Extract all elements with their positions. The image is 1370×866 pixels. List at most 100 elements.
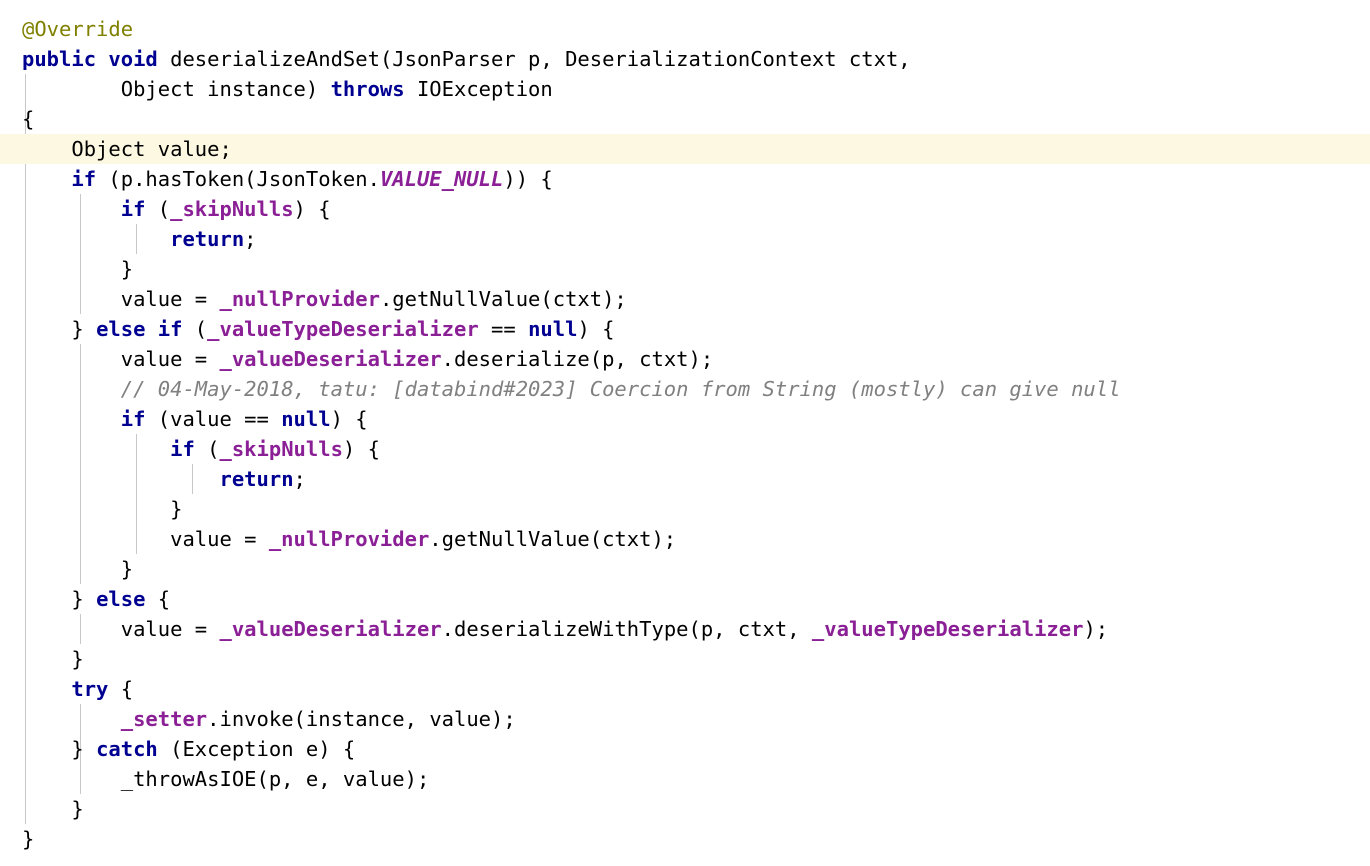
code-token-field: _valueDeserializer — [219, 617, 442, 641]
code-line[interactable]: } else if (_valueTypeDeserializer == nul… — [0, 314, 1370, 344]
code-token-plain: (value == — [145, 407, 282, 431]
code-line[interactable]: Object value; — [0, 134, 1370, 164]
code-line[interactable]: value = _valueDeserializer.deserialize(p… — [0, 344, 1370, 374]
code-token-plain: ) { — [293, 197, 331, 221]
code-token-field: _valueDeserializer — [219, 347, 442, 371]
code-token-kw: return — [170, 227, 245, 251]
code-line[interactable]: if (p.hasToken(JsonToken.VALUE_NULL)) { — [0, 164, 1370, 194]
code-token-kw: else if — [96, 317, 183, 341]
code-token-kw: if — [170, 437, 195, 461]
code-token-plain: { — [145, 587, 171, 611]
code-token-plain: .getNullValue(ctxt); — [429, 527, 677, 551]
code-token-kw: null — [281, 407, 331, 431]
code-token-plain: ( — [145, 197, 171, 221]
code-token-plain: _throwAsIOE(p, e, value); — [22, 767, 430, 791]
code-line[interactable]: try { — [0, 674, 1370, 704]
code-token-plain: == — [478, 317, 529, 341]
code-line[interactable]: return; — [0, 464, 1370, 494]
code-line[interactable]: } — [0, 494, 1370, 524]
code-line[interactable]: } — [0, 644, 1370, 674]
code-token-plain: } — [22, 647, 84, 671]
code-token-kw: throws — [330, 77, 405, 101]
code-token-plain: (p.hasToken(JsonToken. — [96, 167, 380, 191]
code-line[interactable]: } catch (Exception e) { — [0, 734, 1370, 764]
code-token-field: _valueTypeDeserializer — [811, 617, 1084, 641]
code-token-plain: IOException — [404, 77, 553, 101]
code-token-plain: ; — [244, 227, 257, 251]
code-token-constant: VALUE_NULL — [379, 167, 504, 191]
code-token-kw: if — [120, 407, 146, 431]
code-token-field: _nullProvider — [268, 527, 430, 551]
code-token-kw: if — [71, 167, 97, 191]
code-line[interactable]: { — [0, 104, 1370, 134]
code-token-plain: value = — [22, 287, 220, 311]
code-line[interactable]: @Override — [0, 14, 1370, 44]
code-token-kw: public — [22, 47, 97, 71]
code-line[interactable]: _throwAsIOE(p, e, value); — [0, 764, 1370, 794]
code-token-kw: try — [71, 677, 109, 701]
code-token-plain: } — [22, 497, 183, 521]
code-line[interactable]: Object instance) throws IOException — [0, 74, 1370, 104]
code-token-plain: .deserializeWithType(p, ctxt, — [441, 617, 812, 641]
code-token-plain: deserializeAndSet(JsonParser p, Deserial… — [157, 47, 911, 71]
code-token-plain: ( — [194, 437, 220, 461]
code-token-plain: ; — [293, 467, 306, 491]
code-line[interactable]: value = _nullProvider.getNullValue(ctxt)… — [0, 284, 1370, 314]
code-token-kw: void — [108, 47, 158, 71]
code-line[interactable]: } — [0, 554, 1370, 584]
code-token-plain: value = — [22, 617, 220, 641]
code-token-kw: else — [96, 587, 146, 611]
code-token-plain: value = — [22, 347, 220, 371]
code-token-plain: ) { — [342, 437, 380, 461]
code-token-plain: { — [108, 677, 134, 701]
code-line[interactable]: } — [0, 794, 1370, 824]
code-token-plain: { — [22, 107, 35, 131]
code-token-plain: Object value; — [22, 137, 232, 161]
code-line[interactable]: _setter.invoke(instance, value); — [0, 704, 1370, 734]
code-line[interactable]: if (value == null) { — [0, 404, 1370, 434]
code-line[interactable]: } — [0, 254, 1370, 284]
code-line[interactable]: } else { — [0, 584, 1370, 614]
code-token-plain: .deserialize(p, ctxt); — [441, 347, 714, 371]
code-token-plain: } — [22, 737, 97, 761]
code-line[interactable]: return; — [0, 224, 1370, 254]
code-token-plain: Object instance) — [22, 77, 331, 101]
code-token-plain: ) { — [330, 407, 368, 431]
code-line[interactable]: // 04-May-2018, tatu: [databind#2023] Co… — [0, 374, 1370, 404]
code-token-plain: .invoke(instance, value); — [207, 707, 516, 731]
code-token-plain: (Exception e) { — [157, 737, 356, 761]
code-line[interactable]: if (_skipNulls) { — [0, 194, 1370, 224]
code-line[interactable]: value = _valueDeserializer.deserializeWi… — [0, 614, 1370, 644]
code-content[interactable]: @Override public void deserializeAndSet(J… — [0, 0, 1370, 854]
code-token-plain: } — [22, 827, 35, 851]
code-token-kw: return — [219, 467, 294, 491]
code-line[interactable]: } — [0, 824, 1370, 854]
code-token-comment: // 04-May-2018, tatu: [databind#2023] Co… — [120, 377, 1121, 401]
code-token-plain: } — [22, 557, 134, 581]
code-token-plain: ) { — [577, 317, 615, 341]
code-line[interactable]: if (_skipNulls) { — [0, 434, 1370, 464]
code-token-field: _nullProvider — [219, 287, 380, 311]
code-line[interactable]: value = _nullProvider.getNullValue(ctxt)… — [0, 524, 1370, 554]
code-token-field: _setter — [120, 707, 208, 731]
code-token-plain: } — [22, 587, 97, 611]
code-token-plain: .getNullValue(ctxt); — [379, 287, 627, 311]
code-line[interactable]: public void deserializeAndSet(JsonParser… — [0, 44, 1370, 74]
code-token-kw: null — [528, 317, 578, 341]
code-token-plain: } — [22, 797, 84, 821]
code-token-plain: ( — [182, 317, 208, 341]
code-token-plain: } — [22, 257, 134, 281]
code-token-plain: value = — [22, 527, 269, 551]
code-token-kw: catch — [96, 737, 158, 761]
code-editor[interactable]: @Override public void deserializeAndSet(J… — [0, 0, 1370, 866]
